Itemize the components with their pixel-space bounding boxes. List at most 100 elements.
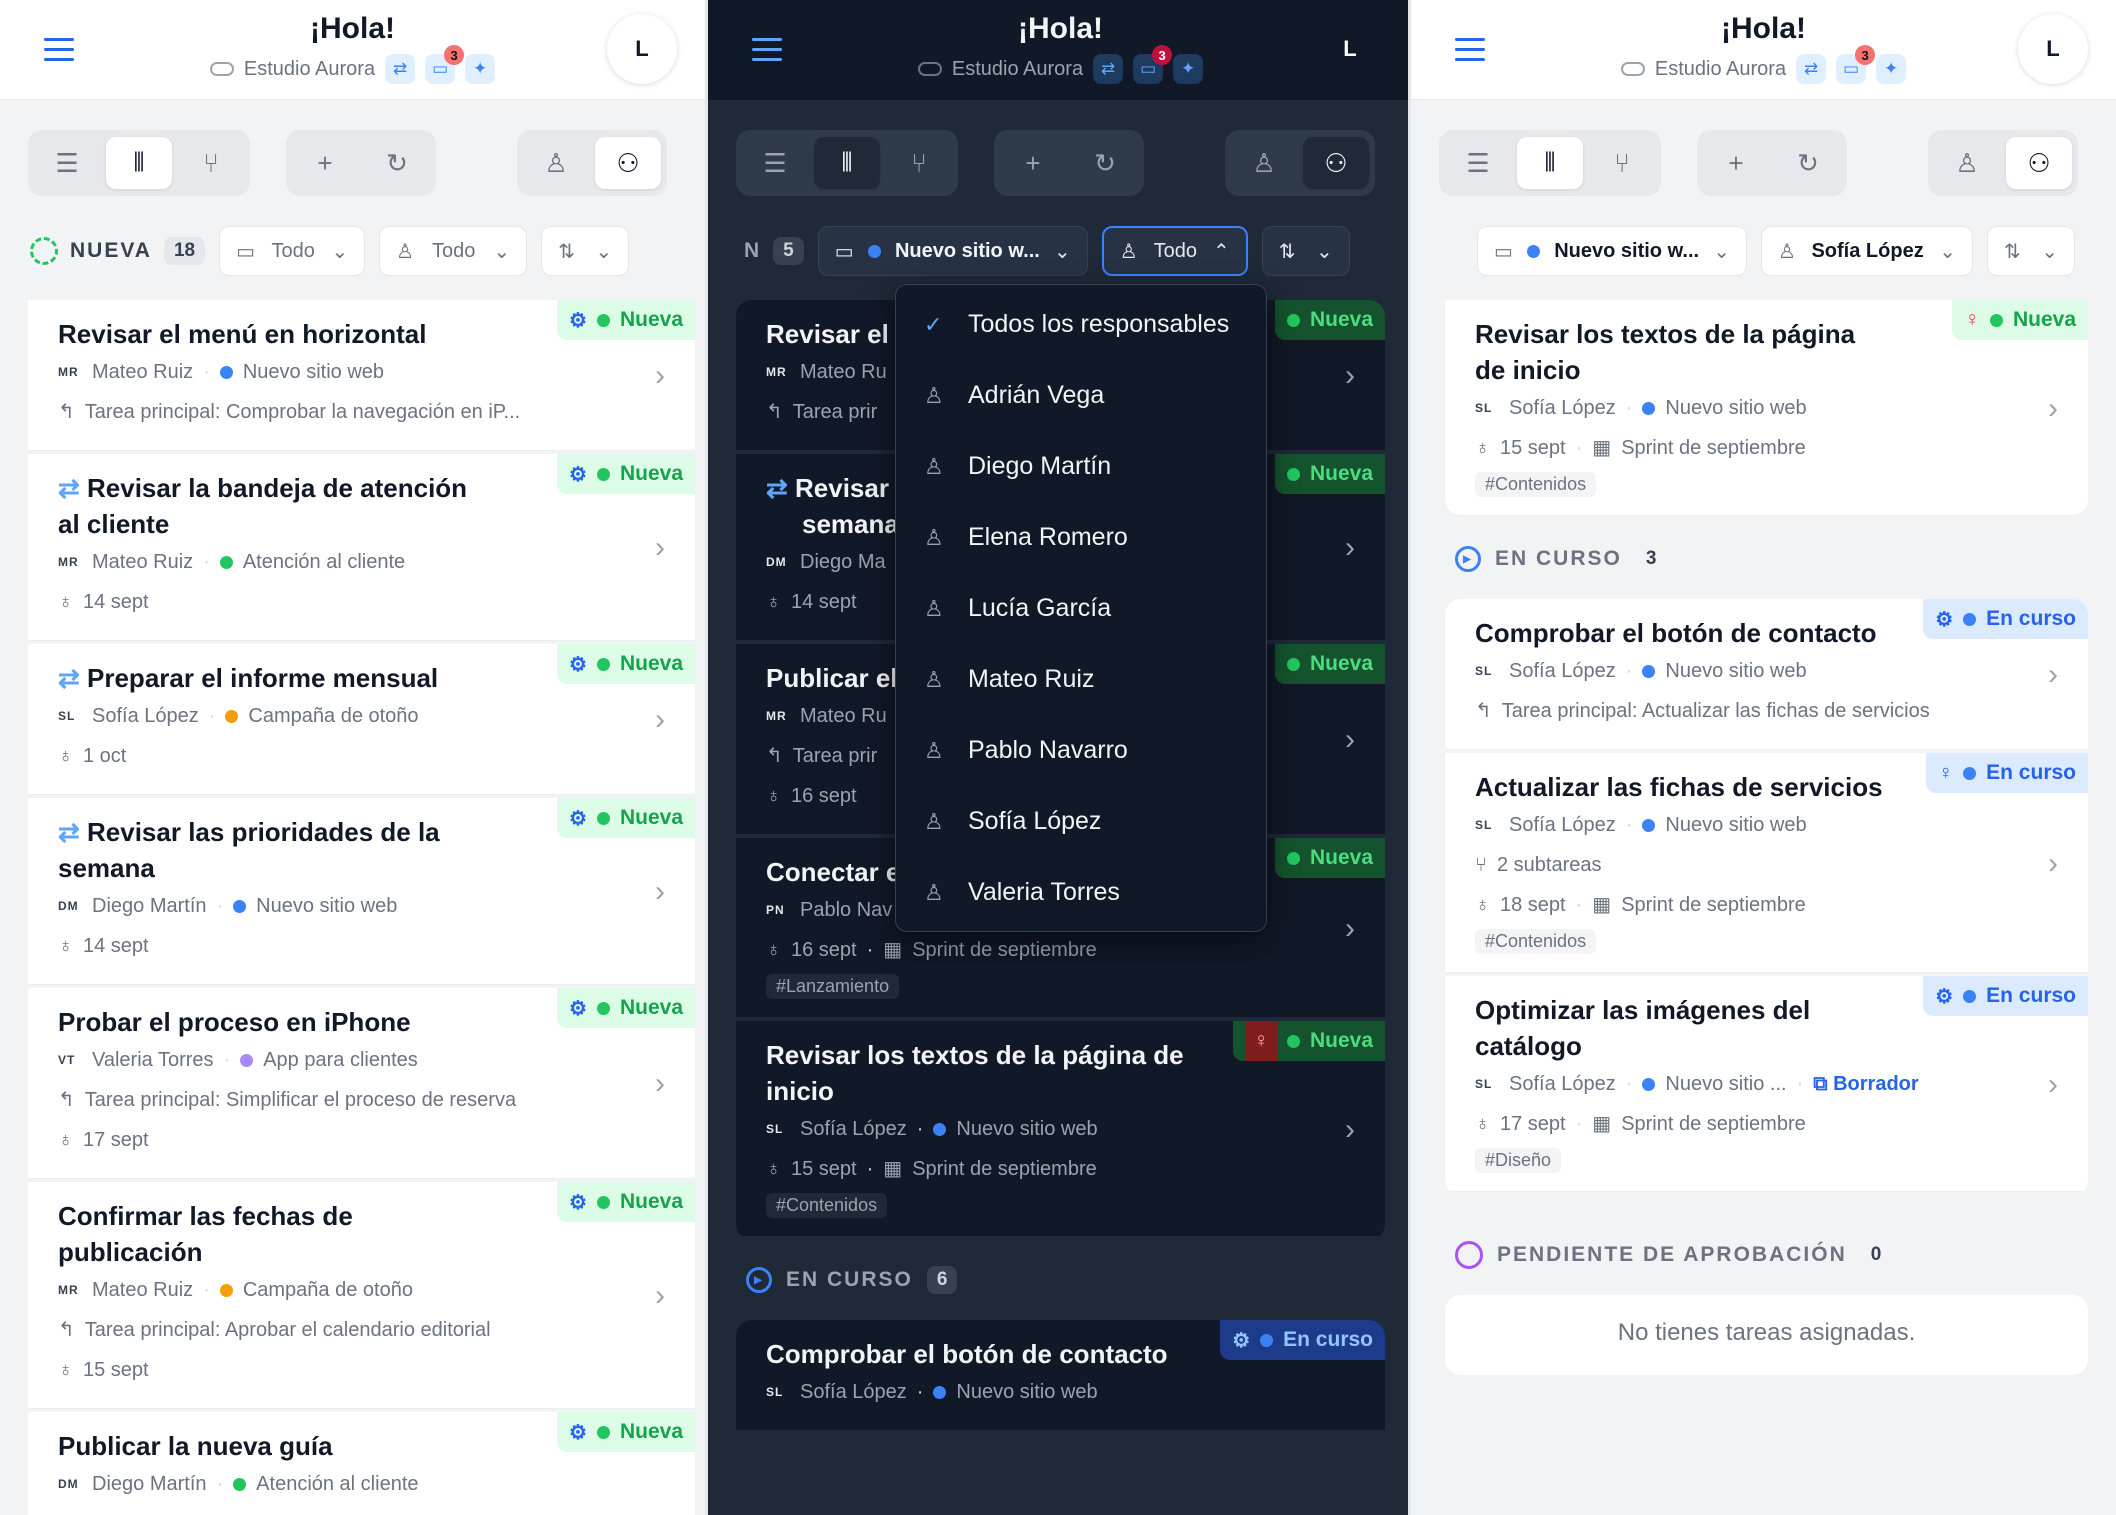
task-card[interactable]: ⚙ En curso Optimizar las imágenes del cat… [1445,976,2088,1192]
task-card[interactable]: ⚙ En curso Comprobar el botón de contacto… [736,1320,1385,1431]
dropdown-option[interactable]: ♙ Adrián Vega [896,360,1266,431]
person-filter[interactable]: ♙ Todo ⌄ [379,226,528,276]
list-view-icon[interactable]: ☰ [1445,137,1511,189]
dropdown-option[interactable]: ♙ Lucía García [896,573,1266,644]
recurring-icon: ⇄ [766,473,796,503]
chevron-down-icon: ⌄ [1939,240,1956,263]
tag[interactable]: #Contenidos [1475,472,1597,497]
section-header[interactable]: ▶ EN CURSO 6 [736,1240,1385,1320]
chevron-right-icon: › [655,875,665,908]
sync-icon[interactable]: ⇄ [1093,54,1124,84]
chevron-right-icon: › [2048,846,2058,880]
project-filter[interactable]: ▭ Nuevo sitio w... ⌄ [1477,226,1747,276]
project-filter[interactable]: ▭ Todo ⌄ [219,226,366,276]
sparkle-icon[interactable]: ✦ [465,54,496,84]
status-badge: ⚙ Nueva [557,1412,695,1452]
draft-link[interactable]: ⧉ Borrador [1813,1064,1918,1104]
user-icon: ♙ [924,524,944,550]
refresh-icon[interactable]: ↻ [1775,137,1841,189]
dropdown-option[interactable]: ♙ Sofía López [896,786,1266,857]
plus-icon[interactable]: + [1000,137,1066,189]
sync-icon[interactable]: ⇄ [385,54,416,84]
task-card[interactable]: ⚙ Nueva Probar el proceso en iPhone VT Val… [28,988,695,1179]
task-card[interactable]: ⚙ En curso Comprobar el botón de contacto… [1445,599,2088,750]
chevron-down-icon: ⌄ [2041,240,2058,263]
task-card[interactable]: ♀ Nueva Revisar los textos de la página d… [736,1021,1385,1237]
tag[interactable]: #Contenidos [1475,929,1597,954]
status-badge: ⚙ En curso [1923,599,2088,639]
greeting: ¡Hola! [1721,12,1806,45]
users-icon[interactable]: ⚇ [595,137,661,189]
status-badge: ⚙ Nueva [557,300,695,340]
user-icon[interactable]: ♙ [523,137,589,189]
tag[interactable]: #Diseño [1475,1148,1562,1173]
users-icon[interactable]: ⚇ [2006,137,2072,189]
sync-icon[interactable]: ⇄ [1796,54,1827,84]
task-card[interactable]: ♀ Nueva Revisar los textos de la página d… [1445,300,2088,516]
status-badge: ♀ En curso [1926,753,2088,793]
sort-button[interactable]: ⇅ ⌄ [1987,226,2075,276]
chevron-down-icon: ⌄ [1315,240,1333,263]
task-title: ⇄ Preparar el informe mensual [58,663,439,693]
person-filter[interactable]: ♙ Todo ⌃ [1101,226,1248,276]
task-card[interactable]: ⚙ Nueva ⇄ Preparar el informe mensual SL S… [28,644,695,795]
project-filter[interactable]: ▭ Nuevo sitio w... ⌄ [817,226,1088,276]
chat-icon[interactable]: ▭ 3 [1133,45,1173,84]
users-icon[interactable]: ⚇ [1303,137,1369,189]
list-view-icon[interactable]: ☰ [34,137,100,189]
plus-icon[interactable]: + [1703,137,1769,189]
filter-bar: NUEVA 18 ▭ Todo ⌄ ♙ Todo ⌄ ⇅ ⌄ [30,226,687,276]
sparkle-icon[interactable]: ✦ [1876,54,1907,84]
avatar[interactable]: L [1315,14,1385,84]
user-icon[interactable]: ♙ [1934,137,2000,189]
tag[interactable]: #Contenidos [766,1193,888,1218]
branch-view-icon[interactable]: ⑂ [178,137,244,189]
greeting: ¡Hola! [310,12,395,45]
task-card[interactable]: ⚙ Nueva Confirmar las fechas de publicaci… [28,1182,695,1409]
avatar[interactable]: L [2018,14,2088,84]
status-new-icon [30,237,58,265]
dropdown-option[interactable]: ♙ Diego Martín [896,431,1266,502]
due-date-icon: ♁ [1475,437,1490,459]
task-card[interactable]: ⚙ Nueva Revisar el menú en horizontal MR M… [28,300,695,451]
dropdown-option[interactable]: ♙ Elena Romero [896,502,1266,573]
dropdown-option[interactable]: ♙ Pablo Navarro [896,715,1266,786]
parent-task-icon: ↰ [58,1089,75,1111]
gear-icon: ⚙ [1935,985,1954,1008]
task-card[interactable]: ⚙ Nueva ⇄ Revisar las prioridades de la s… [28,798,695,985]
dropdown-option[interactable]: ✓ Todos los responsables [896,289,1266,360]
dropdown-option[interactable]: ♙ Mateo Ruiz [896,644,1266,715]
section-header[interactable]: ▶ EN CURSO 3 [1445,519,2088,599]
task-card[interactable]: ♀ En curso Actualizar las fichas de servi… [1445,753,2088,973]
plus-icon[interactable]: + [292,137,358,189]
branch-view-icon[interactable]: ⑂ [1589,137,1655,189]
chevron-right-icon: › [655,703,665,736]
dropdown-option[interactable]: ♙ Valeria Torres [896,857,1266,928]
chat-icon[interactable]: ▭ 3 [1836,45,1876,84]
user-icon[interactable]: ♙ [1231,137,1297,189]
board-view-icon[interactable]: ⫴ [1517,137,1583,189]
board-view-icon[interactable]: ⫴ [814,137,880,189]
section-header[interactable]: PENDIENTE DE APROBACIÓN 0 [1445,1215,2088,1295]
gear-icon: ⚙ [1232,1329,1251,1352]
refresh-icon[interactable]: ↻ [1072,137,1138,189]
task-card[interactable]: ⚙ Nueva ⇄ Revisar la bandeja de atención … [28,454,695,641]
status-badge: Nueva [1274,300,1385,340]
chat-icon[interactable]: ▭ 3 [425,45,465,84]
due-date-icon: ♁ [766,1158,781,1180]
sparkle-icon[interactable]: ✦ [1173,54,1204,84]
person-filter[interactable]: ♙ Sofía López ⌄ [1761,226,1973,276]
tag[interactable]: #Lanzamiento [766,974,900,999]
board-view-icon[interactable]: ⫴ [106,137,172,189]
sort-button[interactable]: ⇅ ⌄ [541,226,630,276]
status-badge: ⚙ Nueva [557,798,695,838]
avatar[interactable]: L [607,14,677,84]
sort-button[interactable]: ⇅ ⌄ [1261,226,1350,276]
refresh-icon[interactable]: ↻ [364,137,430,189]
branch-view-icon[interactable]: ⑂ [886,137,952,189]
chevron-up-icon: ⌃ [1212,240,1230,263]
view-switcher: ☰ ⫴ ⑂ [28,130,250,196]
user-icon: ♙ [924,666,944,692]
task-card[interactable]: ⚙ Nueva Publicar la nueva guía DM Diego Ma… [28,1412,695,1515]
list-view-icon[interactable]: ☰ [742,137,808,189]
